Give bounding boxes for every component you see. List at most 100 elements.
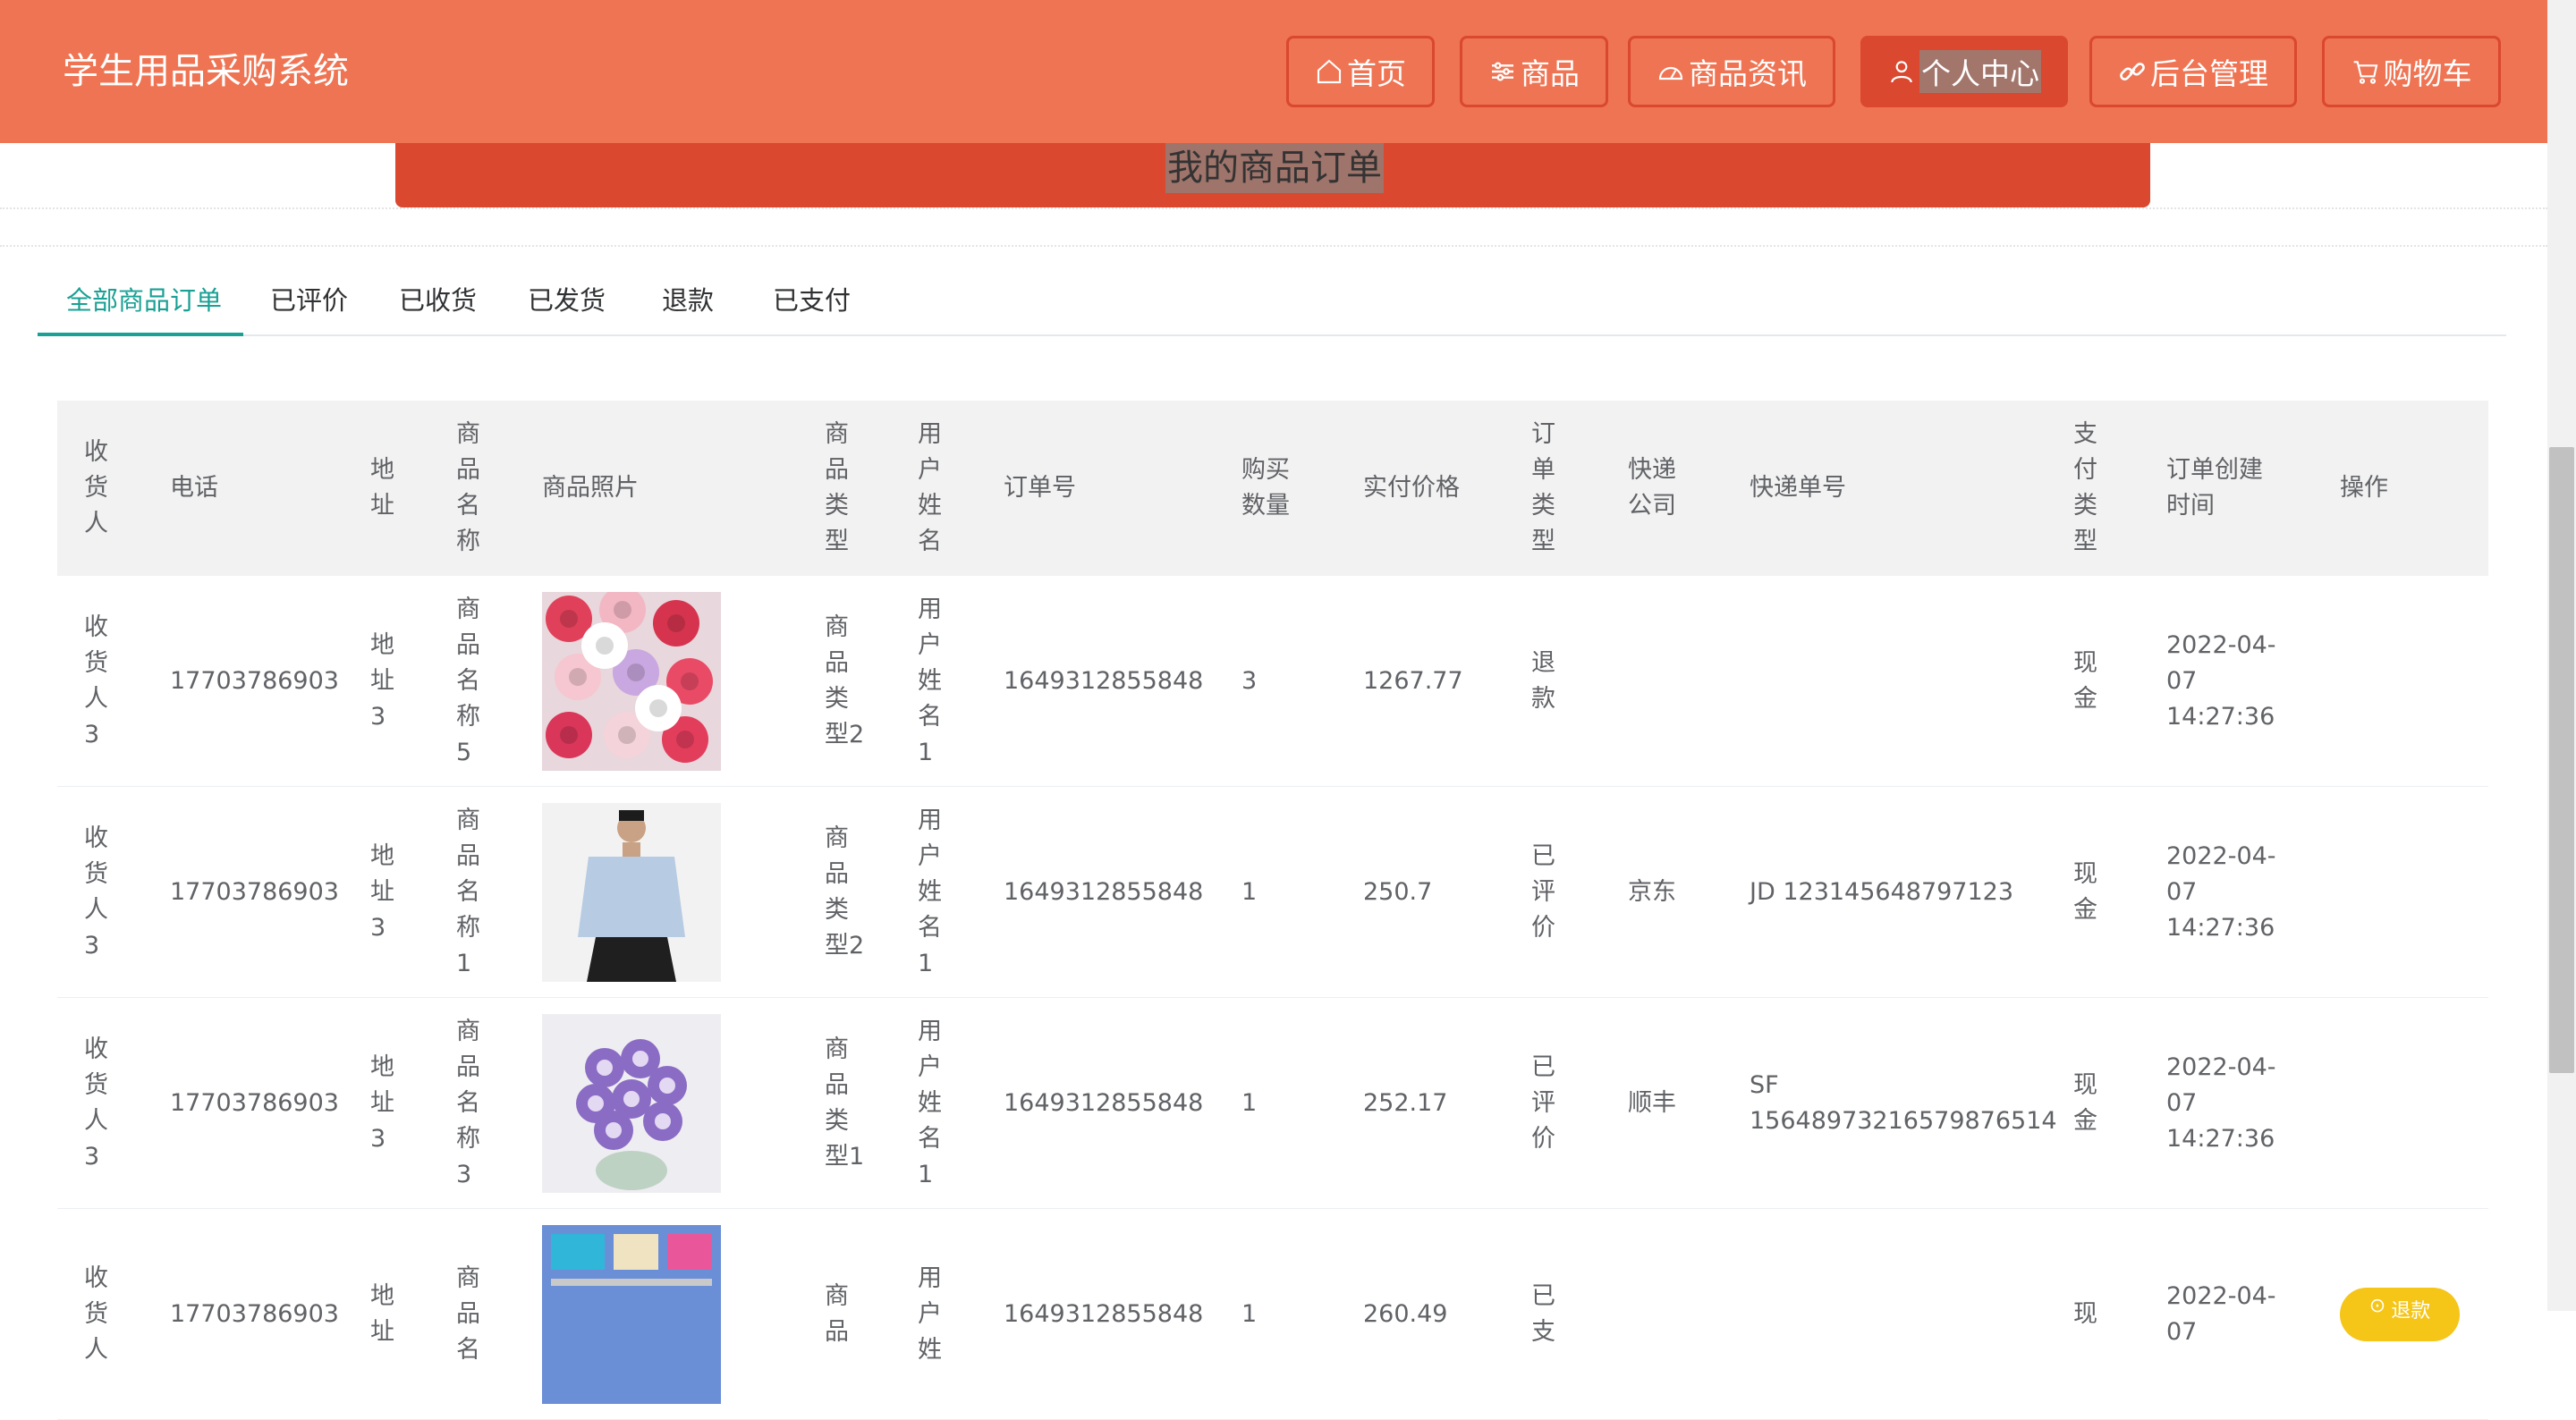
product-photo <box>542 1014 721 1193</box>
cell-paid-price: 260.49 <box>1363 1300 1448 1328</box>
column-header-payment-type: 支 付 类 型 <box>2073 420 2097 555</box>
cell-courier <box>1628 576 1726 787</box>
cell-phone: 17703786903 <box>170 1089 339 1117</box>
cell-order-number: 1649312855848 <box>1004 1300 1204 1328</box>
cell-receiver: 收 货 人 3 <box>84 824 108 959</box>
refund-icon: ⊙ <box>2368 1295 2386 1317</box>
nav-news-label: 商品资讯 <box>1689 56 1807 91</box>
nav-personal-center-label: 个人中心 <box>1919 50 2041 93</box>
nav-products-label: 商品 <box>1521 56 1580 91</box>
cell-receiver: 收 货 人 <box>84 1264 108 1364</box>
cell-tracking-number <box>1750 1209 2072 1420</box>
column-header-address: 地 址 <box>370 456 394 520</box>
nav-admin-button[interactable]: 后台管理 <box>2089 36 2297 107</box>
cell-address: 地 址 3 <box>370 631 394 731</box>
column-header-created-time: 订单创建 时间 <box>2166 456 2263 520</box>
cell-address: 地 址 <box>370 1282 394 1346</box>
cell-product-name: 商 品 名 称 1 <box>456 807 480 977</box>
gauge-icon <box>1658 66 1683 80</box>
column-header-paid-price: 实付价格 <box>1363 474 1460 502</box>
cell-product-type: 商 品 类 型2 <box>825 613 865 748</box>
link-icon <box>2120 63 2145 80</box>
cell-paid-price: 252.17 <box>1363 1089 1448 1117</box>
nav-home-button[interactable]: 首页 <box>1286 36 1435 107</box>
cell-tracking-number: JD 123145648797123 <box>1750 878 2014 906</box>
cell-order-type: 退 款 <box>1531 649 1555 713</box>
refund-float-label: 退款 <box>2391 1300 2431 1323</box>
column-header-order-number: 订单号 <box>1004 474 1076 502</box>
cell-receiver: 收 货 人 3 <box>84 1035 108 1171</box>
column-header-courier: 快递 公司 <box>1628 456 1676 520</box>
cell-receiver: 收 货 人 3 <box>84 613 108 748</box>
cell-order-type: 已 支 <box>1531 1282 1555 1346</box>
tab-refund[interactable]: 退款 <box>662 272 714 336</box>
cell-address: 地 址 3 <box>370 842 394 942</box>
cell-product-type: 商 品 类 型2 <box>825 824 865 959</box>
cell-product-name: 商 品 名 称 3 <box>456 1018 480 1188</box>
cell-order-number: 1649312855848 <box>1004 1089 1204 1117</box>
cell-payment-type: 现 金 <box>2073 1071 2097 1135</box>
user-icon <box>1891 61 1912 83</box>
cell-address: 地 址 3 <box>370 1053 394 1153</box>
cell-order-type: 已 评 价 <box>1531 1053 1555 1153</box>
cell-courier: 京东 <box>1628 878 1676 906</box>
product-photo <box>542 1225 721 1404</box>
nav-news-button[interactable]: 商品资讯 <box>1628 36 1835 107</box>
cell-actions <box>2340 787 2429 998</box>
cell-quantity: 3 <box>1241 667 1258 695</box>
tab-shipped[interactable]: 已发货 <box>528 272 606 336</box>
nav-personal-center-button[interactable]: 个人中心 <box>1860 36 2068 107</box>
app-title: 学生用品采购系统 <box>63 51 349 92</box>
cell-paid-price: 1267.77 <box>1363 667 1463 695</box>
column-header-user-name: 用 户 姓 名 <box>918 420 942 555</box>
cell-courier <box>1628 1209 1726 1420</box>
page-title: 我的商品订单 <box>1165 143 1384 193</box>
cell-quantity: 1 <box>1241 1300 1258 1328</box>
cell-order-number: 1649312855848 <box>1004 878 1204 906</box>
divider <box>0 245 2547 247</box>
column-header-product-type: 商 品 类 型 <box>825 420 849 555</box>
cell-product-type: 商 品 类 型1 <box>825 1035 865 1171</box>
cell-phone: 17703786903 <box>170 1300 339 1328</box>
column-header-tracking-number: 快递单号 <box>1750 474 1846 502</box>
tab-reviewed[interactable]: 已评价 <box>270 272 348 336</box>
cell-product-name: 商 品 名 <box>456 1264 480 1364</box>
cell-created-time: 2022-04- 07 <box>2166 1282 2276 1346</box>
column-header-actions: 操作 <box>2340 474 2388 502</box>
cell-payment-type: 现 金 <box>2073 649 2097 713</box>
cell-tracking-number: SF 15648973216579876514 <box>1750 1071 2057 1135</box>
cell-created-time: 2022-04- 07 14:27:36 <box>2166 1053 2276 1153</box>
cell-created-time: 2022-04- 07 14:27:36 <box>2166 631 2276 731</box>
cell-user-name: 用 户 姓 名 1 <box>918 596 942 766</box>
product-photo <box>542 803 721 982</box>
cell-courier: 顺丰 <box>1628 1089 1676 1117</box>
cell-order-number: 1649312855848 <box>1004 667 1204 695</box>
cell-created-time: 2022-04- 07 14:27:36 <box>2166 842 2276 942</box>
tab-paid[interactable]: 已支付 <box>773 272 851 336</box>
cell-tracking-number <box>1750 576 2072 787</box>
cell-user-name: 用 户 姓 <box>918 1264 942 1364</box>
nav-products-button[interactable]: 商品 <box>1460 36 1608 107</box>
scrollbar-thumb[interactable] <box>2549 447 2574 1073</box>
sliders-icon <box>1492 62 1513 81</box>
nav-cart-label: 购物车 <box>2383 56 2472 91</box>
column-header-product-photo: 商品照片 <box>542 474 639 502</box>
tab-received[interactable]: 已收货 <box>399 272 477 336</box>
product-photo <box>542 592 721 771</box>
nav-admin-label: 后台管理 <box>2150 56 2268 91</box>
tab-baseline <box>38 334 2506 336</box>
cell-product-name: 商 品 名 称 5 <box>456 596 480 766</box>
cell-paid-price: 250.7 <box>1363 878 1433 906</box>
refund-float-button[interactable]: ⊙ 退款 <box>2340 1288 2460 1341</box>
cell-user-name: 用 户 姓 名 1 <box>918 1018 942 1188</box>
column-header-phone: 电话 <box>170 474 218 502</box>
home-icon <box>1317 59 1342 84</box>
tab-all-orders[interactable]: 全部商品订单 <box>66 272 222 336</box>
nav-cart-button[interactable]: 购物车 <box>2322 36 2501 107</box>
cart-icon <box>2353 61 2377 84</box>
cell-phone: 17703786903 <box>170 878 339 906</box>
cell-payment-type: 现 金 <box>2073 860 2097 924</box>
cell-product-type: 商 品 <box>825 1282 849 1346</box>
cell-quantity: 1 <box>1241 1089 1258 1117</box>
cell-payment-type: 现 <box>2073 1300 2097 1328</box>
